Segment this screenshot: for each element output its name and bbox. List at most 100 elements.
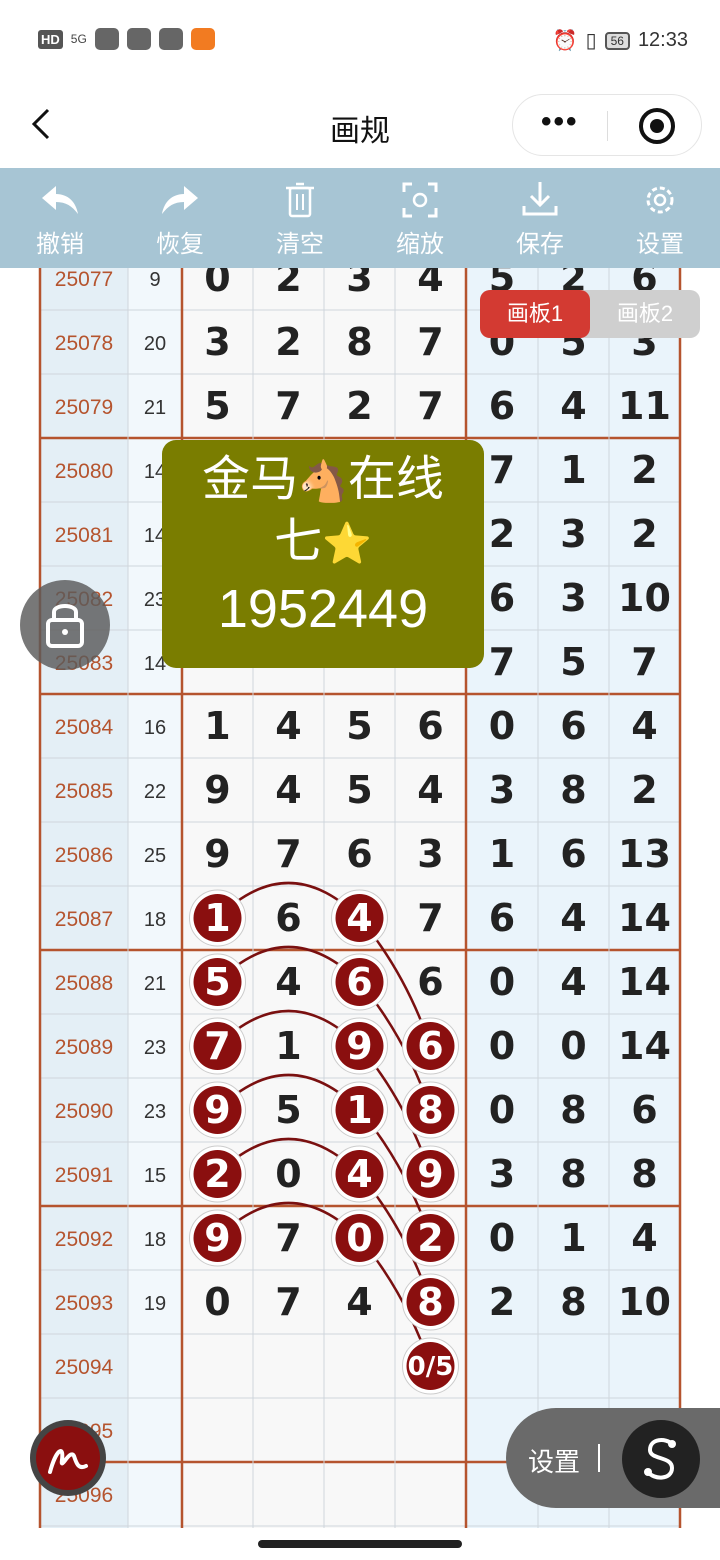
settings-button[interactable]: 设置 bbox=[600, 168, 720, 268]
number-cell[interactable]: 3 bbox=[346, 268, 372, 300]
number-cell[interactable]: 2 bbox=[489, 1280, 515, 1324]
number-cell[interactable]: 6 bbox=[631, 1088, 657, 1132]
number-cell[interactable]: 8 bbox=[631, 1152, 657, 1196]
number-cell[interactable]: 8 bbox=[346, 320, 372, 364]
number-cell[interactable]: 0 bbox=[489, 1024, 515, 1068]
circled-number[interactable]: 1 bbox=[204, 896, 230, 940]
number-cell[interactable]: 4 bbox=[560, 960, 586, 1004]
number-cell[interactable]: 1 bbox=[489, 832, 515, 876]
number-cell[interactable]: 7 bbox=[275, 832, 301, 876]
number-cell[interactable]: 3 bbox=[560, 576, 586, 620]
lock-button[interactable] bbox=[20, 580, 110, 670]
number-cell[interactable]: 0 bbox=[489, 1216, 515, 1260]
number-cell[interactable]: 7 bbox=[489, 448, 515, 492]
circled-number[interactable]: 4 bbox=[346, 1152, 372, 1196]
number-cell[interactable]: 6 bbox=[489, 896, 515, 940]
clear-button[interactable]: 清空 bbox=[240, 168, 360, 268]
number-cell[interactable]: 3 bbox=[489, 1152, 515, 1196]
floating-settings-label[interactable]: 设置 bbox=[528, 1442, 580, 1479]
number-cell[interactable]: 2 bbox=[275, 268, 301, 300]
number-cell[interactable]: 7 bbox=[489, 640, 515, 684]
circled-number[interactable]: 8 bbox=[417, 1088, 443, 1132]
number-cell[interactable]: 4 bbox=[346, 1280, 372, 1324]
circled-number[interactable]: 2 bbox=[204, 1152, 230, 1196]
circled-number[interactable]: 9 bbox=[204, 1216, 230, 1260]
number-cell[interactable]: 14 bbox=[618, 1024, 671, 1068]
number-cell[interactable]: 1 bbox=[560, 448, 586, 492]
number-cell[interactable]: 7 bbox=[417, 320, 443, 364]
undo-button[interactable]: 撤销 bbox=[0, 168, 120, 268]
tab-board-1[interactable]: 画板1 bbox=[480, 290, 590, 338]
number-cell[interactable]: 6 bbox=[560, 704, 586, 748]
number-cell[interactable]: 1 bbox=[275, 1024, 301, 1068]
number-cell[interactable]: 6 bbox=[346, 832, 372, 876]
number-cell[interactable]: 9 bbox=[204, 768, 230, 812]
number-cell[interactable]: 4 bbox=[275, 768, 301, 812]
number-cell[interactable]: 13 bbox=[618, 832, 671, 876]
number-cell[interactable]: 4 bbox=[417, 768, 443, 812]
number-cell[interactable]: 3 bbox=[417, 832, 443, 876]
number-cell[interactable]: 6 bbox=[489, 576, 515, 620]
circled-number[interactable]: 7 bbox=[204, 1024, 230, 1068]
close-target-button[interactable] bbox=[639, 108, 675, 144]
number-cell[interactable]: 4 bbox=[631, 704, 657, 748]
number-cell[interactable]: 9 bbox=[204, 832, 230, 876]
number-cell[interactable]: 4 bbox=[560, 896, 586, 940]
number-cell[interactable]: 6 bbox=[417, 704, 443, 748]
number-cell[interactable]: 3 bbox=[489, 768, 515, 812]
number-cell[interactable]: 1 bbox=[204, 704, 230, 748]
number-cell[interactable]: 8 bbox=[560, 1280, 586, 1324]
number-cell[interactable]: 6 bbox=[489, 384, 515, 428]
save-button[interactable]: 保存 bbox=[480, 168, 600, 268]
number-cell[interactable]: 2 bbox=[275, 320, 301, 364]
number-cell[interactable]: 0 bbox=[204, 268, 230, 300]
circled-number[interactable]: 6 bbox=[417, 1024, 443, 1068]
circled-number[interactable]: 4 bbox=[346, 896, 372, 940]
number-cell[interactable]: 5 bbox=[275, 1088, 301, 1132]
number-cell[interactable]: 2 bbox=[346, 384, 372, 428]
number-cell[interactable]: 6 bbox=[560, 832, 586, 876]
number-cell[interactable]: 7 bbox=[631, 640, 657, 684]
number-cell[interactable]: 8 bbox=[560, 1152, 586, 1196]
number-cell[interactable]: 4 bbox=[631, 1216, 657, 1260]
number-cell[interactable]: 4 bbox=[560, 384, 586, 428]
draw-tool-button[interactable] bbox=[30, 1420, 106, 1496]
redo-button[interactable]: 恢复 bbox=[120, 168, 240, 268]
circled-number[interactable]: 8 bbox=[417, 1280, 443, 1324]
circled-number[interactable]: 0 bbox=[346, 1216, 372, 1260]
circled-number[interactable]: 5 bbox=[204, 960, 230, 1004]
circled-number[interactable]: 9 bbox=[346, 1024, 372, 1068]
number-cell[interactable]: 4 bbox=[417, 268, 443, 300]
circled-number[interactable]: 6 bbox=[346, 960, 372, 1004]
number-cell[interactable]: 0 bbox=[204, 1280, 230, 1324]
number-cell[interactable]: 1 bbox=[560, 1216, 586, 1260]
zoom-button[interactable]: 缩放 bbox=[360, 168, 480, 268]
switch-button[interactable] bbox=[622, 1420, 700, 1498]
number-cell[interactable]: 5 bbox=[346, 704, 372, 748]
number-cell[interactable]: 10 bbox=[618, 576, 671, 620]
number-cell[interactable]: 14 bbox=[618, 896, 671, 940]
circled-number[interactable]: 2 bbox=[417, 1216, 443, 1260]
number-cell[interactable]: 3 bbox=[204, 320, 230, 364]
number-cell[interactable]: 4 bbox=[275, 704, 301, 748]
number-cell[interactable]: 5 bbox=[560, 640, 586, 684]
number-cell[interactable]: 5 bbox=[204, 384, 230, 428]
number-cell[interactable]: 10 bbox=[618, 1280, 671, 1324]
number-cell[interactable]: 7 bbox=[275, 384, 301, 428]
number-cell[interactable]: 2 bbox=[489, 512, 515, 556]
number-cell[interactable]: 2 bbox=[631, 448, 657, 492]
number-cell[interactable]: 8 bbox=[560, 768, 586, 812]
number-cell[interactable]: 7 bbox=[417, 896, 443, 940]
circled-number[interactable]: 1 bbox=[346, 1088, 372, 1132]
number-cell[interactable]: 4 bbox=[275, 960, 301, 1004]
number-cell[interactable]: 14 bbox=[618, 960, 671, 1004]
number-cell[interactable]: 7 bbox=[275, 1280, 301, 1324]
number-cell[interactable]: 0 bbox=[489, 960, 515, 1004]
number-cell[interactable]: 6 bbox=[417, 960, 443, 1004]
number-cell[interactable]: 11 bbox=[618, 384, 671, 428]
number-cell[interactable]: 3 bbox=[560, 512, 586, 556]
circled-number[interactable]: 9 bbox=[417, 1152, 443, 1196]
number-cell[interactable]: 0 bbox=[275, 1152, 301, 1196]
number-cell[interactable]: 5 bbox=[346, 768, 372, 812]
number-cell[interactable]: 7 bbox=[275, 1216, 301, 1260]
